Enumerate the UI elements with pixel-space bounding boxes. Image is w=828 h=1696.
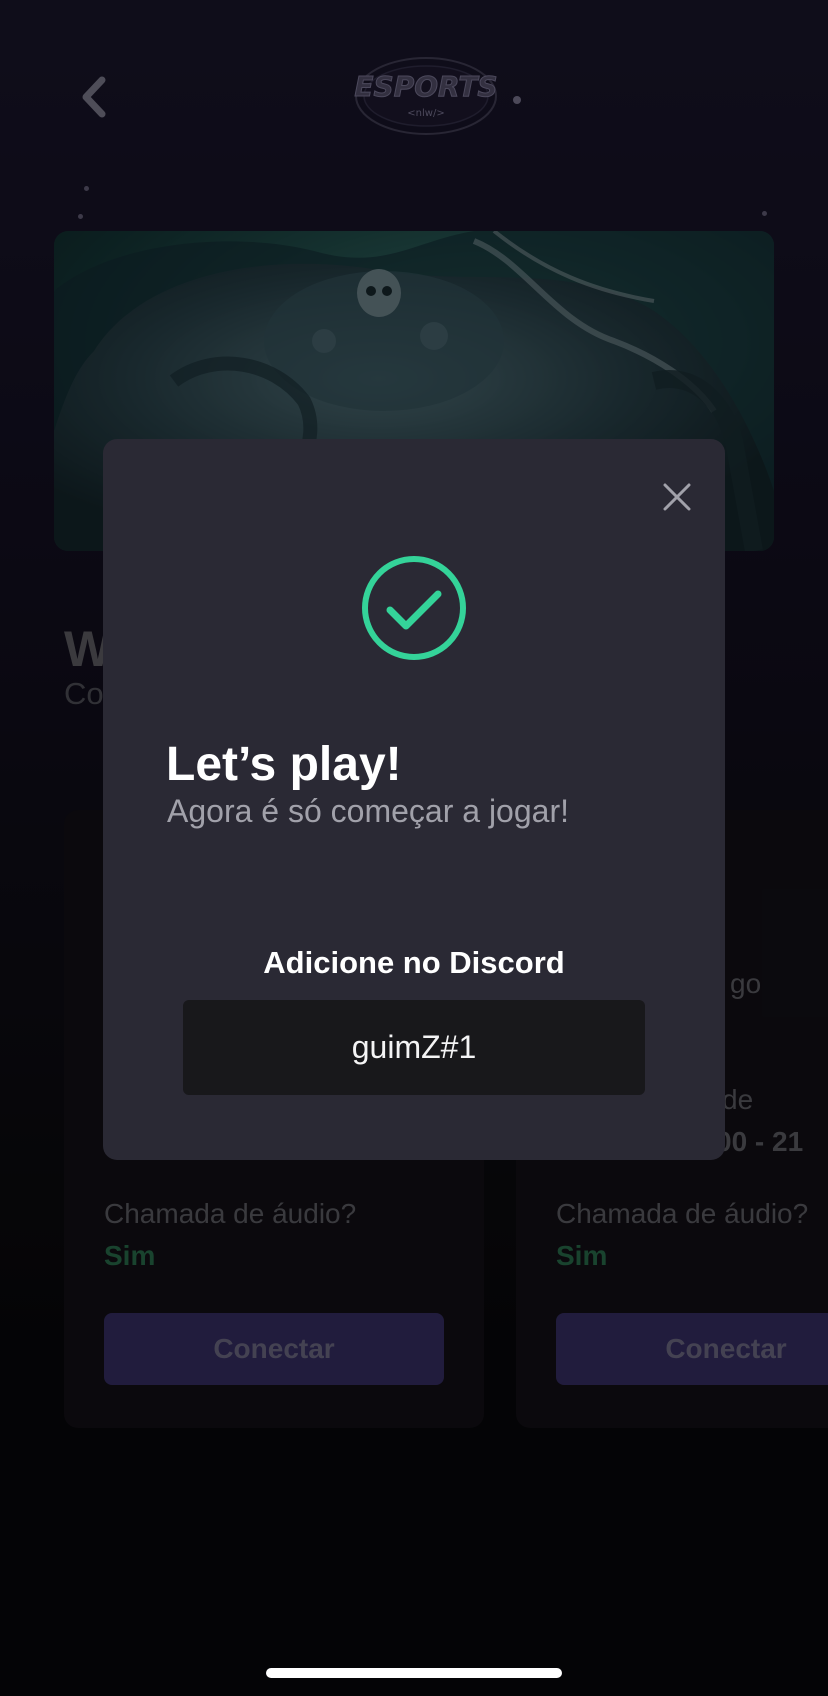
home-indicator[interactable]	[266, 1668, 562, 1678]
screen: ESPORTS <nlw/> W Co Chamada de áudio? Si…	[0, 0, 828, 1696]
duo-match-modal: Let’s play! Agora é só começar a jogar! …	[103, 439, 725, 1160]
discord-username-box[interactable]: guimZ#1	[183, 1000, 645, 1095]
close-icon[interactable]	[655, 475, 699, 519]
modal-title: Let’s play!	[166, 738, 402, 791]
discord-label: Adicione no Discord	[263, 945, 565, 980]
check-circle-icon	[362, 556, 466, 660]
modal-subtitle: Agora é só começar a jogar!	[167, 793, 569, 829]
